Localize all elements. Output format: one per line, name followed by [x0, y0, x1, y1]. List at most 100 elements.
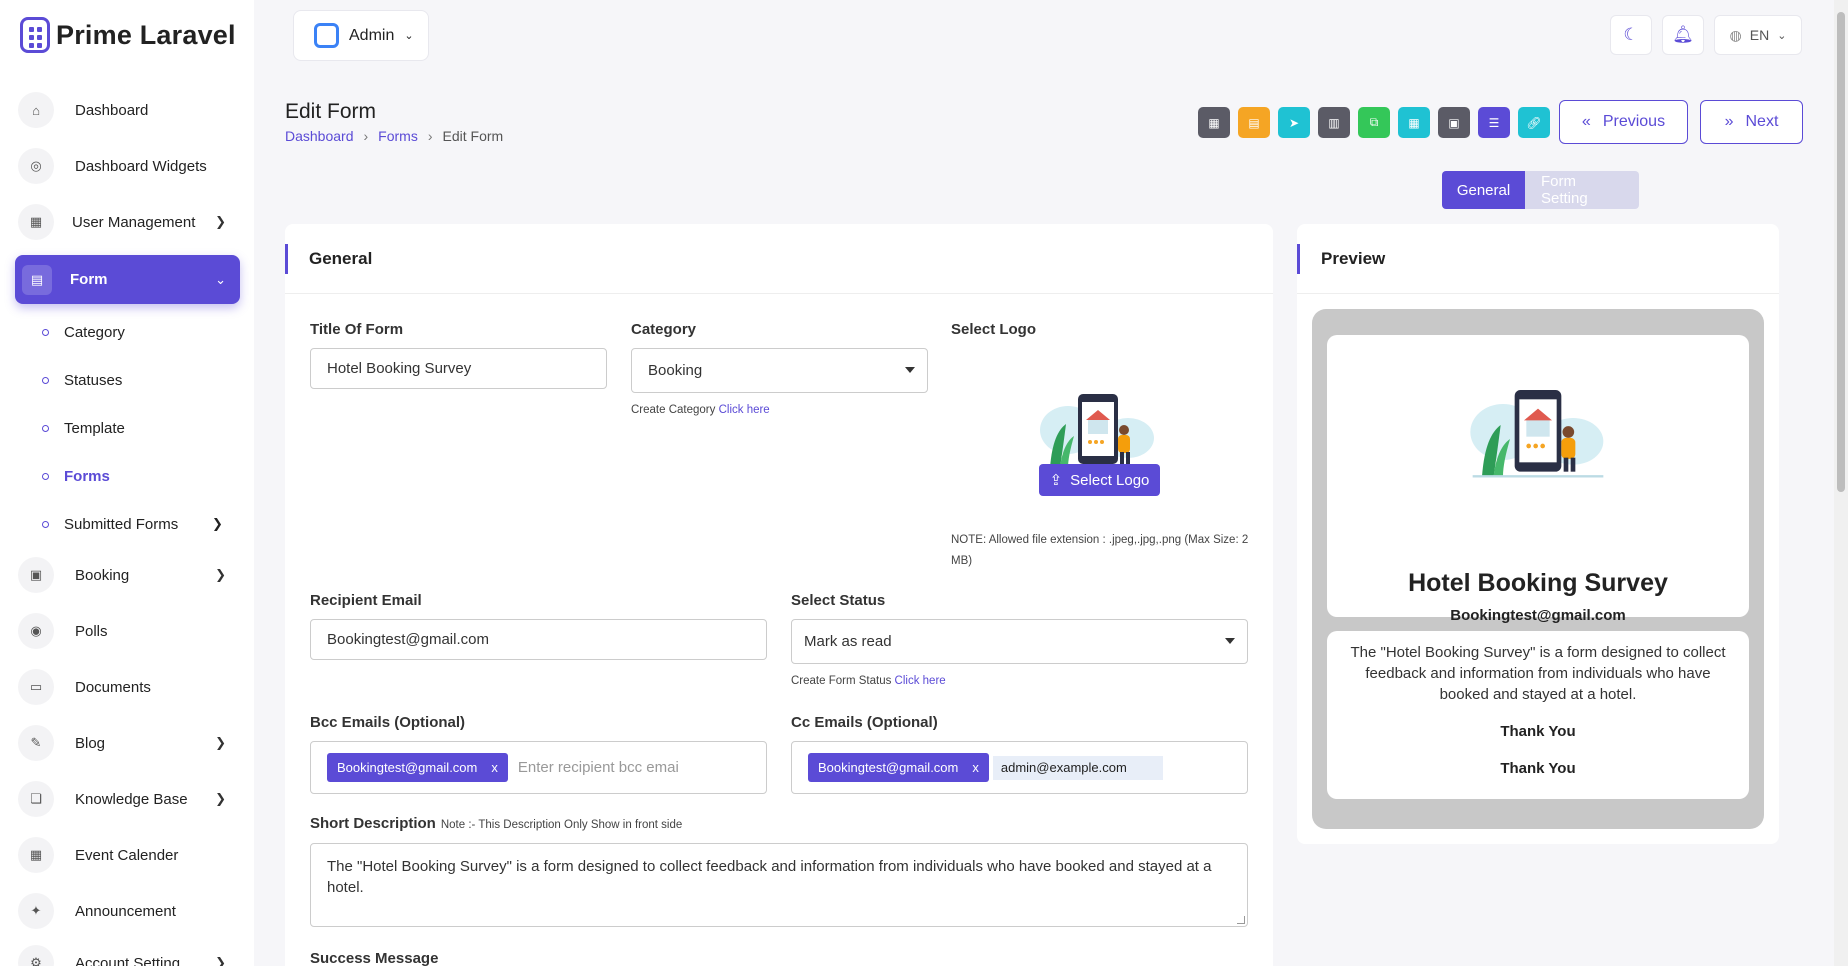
bcc-placeholder[interactable]: Enter recipient bcc emai — [518, 759, 679, 776]
breadcrumb-dashboard[interactable]: Dashboard — [285, 128, 354, 144]
globe-icon: ◍ — [1729, 26, 1742, 43]
next-button[interactable]: » Next — [1700, 100, 1803, 144]
sidebar-item-booking[interactable]: ▣ Booking ❯ — [18, 552, 240, 598]
calendar-icon: ▦ — [18, 837, 54, 873]
form-tabs: General Form Setting — [1442, 171, 1639, 209]
sidebar-item-form[interactable]: ▤ Form ⌄ — [15, 255, 240, 304]
checklist-icon: ▣ — [1448, 115, 1460, 130]
preview-frame: Hotel Booking Survey Bookingtest@gmail.c… — [1312, 309, 1764, 829]
create-category-text: Create Category — [631, 404, 716, 416]
sidebar-item-blog[interactable]: ✎ Blog ❯ — [18, 720, 240, 766]
cc-label: Cc Emails (Optional) — [791, 714, 938, 731]
bcc-chip-label: Bookingtest@gmail.com — [337, 760, 478, 775]
notifications-button[interactable]: 🔔︎ — [1662, 15, 1704, 55]
brand-logo-icon — [20, 17, 50, 53]
sidebar-item-polls[interactable]: ◉ Polls — [18, 608, 240, 654]
sidebar-sub-label: Statuses — [64, 371, 123, 389]
sidebar-item-user-management[interactable]: ▦ User Management ❯ — [18, 199, 240, 245]
breadcrumb: Dashboard › Forms › Edit Form — [285, 128, 503, 144]
remove-chip-icon[interactable]: x — [972, 760, 979, 775]
toolbar-copy-button[interactable]: ⧉ — [1358, 107, 1390, 138]
toolbar-widgets-button[interactable]: ▦ — [1398, 107, 1430, 138]
cc-chip-label: Bookingtest@gmail.com — [818, 760, 959, 775]
recipient-email-input[interactable]: Bookingtest@gmail.com — [310, 619, 767, 660]
list-icon: ☰ — [1488, 115, 1500, 130]
sidebar-sub-label: Forms — [64, 467, 110, 485]
title-label: Title Of Form — [310, 321, 404, 338]
title-input[interactable]: Hotel Booking Survey — [310, 348, 607, 389]
chevron-right-icon: ❯ — [215, 214, 226, 229]
status-select[interactable]: Mark as read — [791, 619, 1248, 664]
widgets-icon: ▦ — [1408, 115, 1420, 130]
sidebar-item-dashboard-widgets[interactable]: ◎ Dashboard Widgets — [18, 143, 240, 189]
category-select[interactable]: Booking — [631, 348, 928, 393]
remove-chip-icon[interactable]: x — [491, 760, 498, 775]
sidebar-item-event-calender[interactable]: ▦ Event Calender — [18, 832, 240, 878]
sidebar-item-announcement[interactable]: ✦ Announcement — [18, 888, 240, 934]
create-category-link[interactable]: Click here — [719, 404, 770, 416]
sidebar-item-label: Booking — [75, 566, 130, 584]
sidebar-item-knowledge-base[interactable]: ❏ Knowledge Base ❯ — [18, 776, 240, 822]
bullet-icon — [42, 520, 49, 528]
toolbar-clipboard-button[interactable]: ▤ — [1238, 107, 1270, 138]
admin-dropdown[interactable]: Admin ⌄ — [293, 10, 429, 61]
cc-typed-email[interactable]: admin@example.com — [992, 755, 1163, 780]
preview-body: The "Hotel Booking Survey" is a form des… — [1327, 631, 1749, 799]
language-dropdown[interactable]: ◍ EN ⌄ — [1714, 15, 1802, 55]
toolbar-grid-button[interactable]: ▦ — [1198, 107, 1230, 138]
dark-mode-toggle[interactable]: ☾ — [1610, 15, 1652, 55]
toolbar-send-button[interactable]: ➤ — [1278, 107, 1310, 138]
scrollbar-thumb[interactable] — [1837, 12, 1845, 492]
preview-thanks-2: Thank You — [1500, 760, 1576, 777]
chevron-right-icon: ❯ — [215, 735, 226, 750]
toolbar-checklist-button[interactable]: ▣ — [1438, 107, 1470, 138]
toolbar-list-button[interactable]: ☰ — [1478, 107, 1510, 138]
toolbar-link-button[interactable]: 🔗︎ — [1518, 107, 1550, 138]
sidebar-sub-category[interactable]: Category — [42, 317, 125, 347]
sidebar-item-label: Account Setting — [75, 954, 181, 966]
sidebar-sub-template[interactable]: Template — [42, 413, 125, 443]
grid-icon: ▦ — [18, 204, 54, 240]
previous-button[interactable]: « Previous — [1559, 100, 1688, 144]
sidebar-sub-forms[interactable]: Forms — [42, 461, 110, 491]
resize-handle-icon[interactable] — [1237, 916, 1245, 924]
bullet-icon — [42, 376, 49, 384]
bcc-emails-input[interactable]: Bookingtest@gmail.com x Enter recipient … — [310, 741, 767, 794]
select-logo-button[interactable]: ⇪ Select Logo — [1039, 464, 1160, 496]
brand[interactable]: Prime Laravel — [20, 17, 236, 53]
sidebar-sub-statuses[interactable]: Statuses — [42, 365, 122, 395]
copy-icon: ⧉ — [1369, 115, 1379, 129]
sidebar-item-account-setting[interactable]: ⚙ Account Setting ❯ — [18, 940, 240, 966]
cc-emails-input[interactable]: Bookingtest@gmail.com x admin@example.co… — [791, 741, 1248, 794]
create-status-link[interactable]: Click here — [895, 675, 946, 687]
tab-form-setting[interactable]: Form Setting — [1525, 171, 1639, 209]
sidebar-item-label: Dashboard Widgets — [75, 157, 207, 175]
megaphone-icon: ✦ — [18, 893, 54, 929]
short-description-label: Short Description — [310, 815, 436, 832]
home-icon: ⌂ — [18, 92, 54, 128]
caret-down-icon — [1225, 638, 1235, 644]
sidebar-item-label: Announcement — [75, 902, 176, 920]
toolbar-document-button[interactable]: ▥ — [1318, 107, 1350, 138]
sidebar-item-label: Event Calender — [75, 846, 179, 864]
bullet-icon — [42, 328, 49, 336]
sidebar-item-label: Form — [70, 271, 108, 288]
language-label: EN — [1749, 27, 1770, 43]
tab-general[interactable]: General — [1442, 171, 1525, 209]
sidebar-sub-submitted-forms[interactable]: Submitted Forms ❯ — [42, 509, 223, 539]
create-status-helper: Create Form Status Click here — [791, 675, 946, 687]
sidebar: Prime Laravel ⌂ Dashboard ◎ Dashboard Wi… — [0, 0, 254, 966]
previous-label: Previous — [1602, 113, 1666, 130]
breadcrumb-forms[interactable]: Forms — [378, 128, 418, 144]
page-scrollbar[interactable] — [1834, 0, 1848, 966]
sidebar-item-documents[interactable]: ▭ Documents — [18, 664, 240, 710]
preview-hotel-illustration-image — [1470, 390, 1604, 478]
short-description-value: The "Hotel Booking Survey" is a form des… — [327, 858, 1212, 896]
sidebar-item-dashboard[interactable]: ⌂ Dashboard — [18, 87, 240, 133]
short-description-textarea[interactable]: The "Hotel Booking Survey" is a form des… — [310, 843, 1248, 927]
document-icon: ▭ — [18, 669, 54, 705]
chevron-right-icon: ❯ — [215, 567, 226, 582]
poll-icon: ◉ — [18, 613, 54, 649]
bullet-icon — [42, 424, 49, 432]
chevron-right-icon: › — [427, 128, 433, 144]
